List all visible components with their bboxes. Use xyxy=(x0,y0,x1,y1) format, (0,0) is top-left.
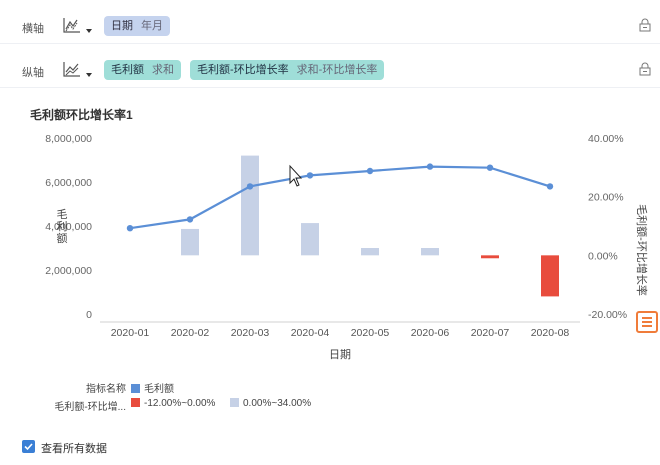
bar-mark xyxy=(301,223,319,256)
left-axis-label: 毛利额 xyxy=(57,208,68,245)
field-aggregation: 求和-环比增长率 xyxy=(296,64,378,76)
chevron-down-icon xyxy=(86,73,92,77)
right-tick-label: -20.00% xyxy=(588,309,627,321)
legend-swatch xyxy=(230,398,239,407)
x-axis-label: 日期 xyxy=(329,348,351,361)
field-name: 日期 xyxy=(111,20,133,32)
line-point xyxy=(366,167,374,175)
left-tick-label: 2,000,000 xyxy=(45,265,92,277)
lock-icon[interactable] xyxy=(638,62,652,76)
x-axis-row-label: 横轴 xyxy=(22,23,44,35)
legend-item-label: 0.00%~34.00% xyxy=(243,398,312,409)
badge-stroke xyxy=(642,325,652,327)
app-badge-icon xyxy=(636,311,658,333)
y-axis-chart-type-dropdown[interactable] xyxy=(60,58,94,82)
lock-icon[interactable] xyxy=(638,18,652,32)
x-tick-label: 2020-04 xyxy=(291,327,330,339)
x-tick-label: 2020-02 xyxy=(171,327,210,339)
mouse-cursor-icon xyxy=(289,164,303,187)
y-axis-config-row: 纵轴 毛利额 求和 毛利额-环比增长率 求和-环比增长率 xyxy=(0,52,660,88)
bar-mark xyxy=(361,248,379,256)
chevron-down-icon xyxy=(86,29,92,33)
checkbox-checked-icon[interactable] xyxy=(22,440,35,453)
field-aggregation: 求和 xyxy=(152,64,174,76)
line-point xyxy=(306,172,314,179)
left-tick-label: 8,000,000 xyxy=(45,133,92,145)
right-tick-label: 20.00% xyxy=(588,192,624,204)
x-tick-label: 2020-07 xyxy=(471,327,510,339)
bar-mark xyxy=(181,228,199,256)
field-name: 毛利额 xyxy=(111,64,144,76)
right-tick-label: 0.00% xyxy=(588,250,618,262)
left-tick-label: 0 xyxy=(86,309,92,321)
bar-mark xyxy=(421,248,439,256)
y-axis-row-label: 纵轴 xyxy=(22,67,44,79)
x-tick-label: 2020-05 xyxy=(351,327,390,339)
line-chart-type-icon xyxy=(63,62,80,77)
legend-item-negative-range[interactable]: -12.00%~0.00% xyxy=(131,398,215,409)
x-tick-label: 2020-03 xyxy=(231,327,270,339)
x-tick-label: 2020-06 xyxy=(411,327,450,339)
legend-row-title: 指标名称 xyxy=(86,384,126,395)
legend-row-title: 毛利额-环比增... xyxy=(54,402,126,413)
legend-item-label: 毛利额 xyxy=(144,384,174,395)
right-axis-label: 毛利额-环比增长率 xyxy=(635,204,649,296)
badge-stroke xyxy=(642,321,652,323)
area-chart-type-icon xyxy=(63,18,80,33)
badge-stroke xyxy=(642,317,652,319)
line-point xyxy=(246,183,254,190)
left-tick-label: 4,000,000 xyxy=(45,221,92,233)
x-axis-config-row: 横轴 日期 年月 xyxy=(0,8,660,44)
line-point xyxy=(426,163,434,170)
bar-mark xyxy=(241,155,259,256)
x-tick-label: 2020-01 xyxy=(111,327,150,339)
field-aggregation: 年月 xyxy=(141,20,163,32)
legend-item-label: -12.00%~0.00% xyxy=(144,398,216,409)
y-axis-field-zone[interactable]: 毛利额 求和 毛利额-环比增长率 求和-环比增长率 xyxy=(100,58,620,82)
line-point xyxy=(126,225,134,232)
legend-item-positive-range[interactable]: 0.00%~34.00% xyxy=(230,398,311,409)
legend-item-gross-profit[interactable]: 毛利额 xyxy=(131,380,174,395)
x-axis-chart-type-dropdown[interactable] xyxy=(60,14,94,38)
x-axis-field-pill-date[interactable]: 日期 年月 xyxy=(104,16,170,36)
x-axis-field-zone[interactable]: 日期 年月 xyxy=(100,14,620,38)
show-all-data-label: 查看所有数据 xyxy=(41,443,107,455)
x-tick-label: 2020-08 xyxy=(531,327,570,339)
y-axis-field-pill-gross-profit-mom[interactable]: 毛利额-环比增长率 求和-环比增长率 xyxy=(190,60,385,80)
legend-swatch xyxy=(131,384,140,393)
bar-mark xyxy=(481,255,499,259)
legend-swatch xyxy=(131,398,140,407)
line-point xyxy=(186,216,194,223)
left-tick-label: 6,000,000 xyxy=(45,177,92,189)
field-name: 毛利额-环比增长率 xyxy=(197,64,289,76)
line-point xyxy=(546,183,554,190)
line-point xyxy=(486,164,494,171)
combo-chart: 8,000,000 6,000,000 4,000,000 2,000,000 0 40.… xyxy=(45,133,649,361)
bar-mark xyxy=(541,255,559,297)
y-axis-field-pill-gross-profit[interactable]: 毛利额 求和 xyxy=(104,60,181,80)
right-tick-label: 40.00% xyxy=(588,133,624,145)
